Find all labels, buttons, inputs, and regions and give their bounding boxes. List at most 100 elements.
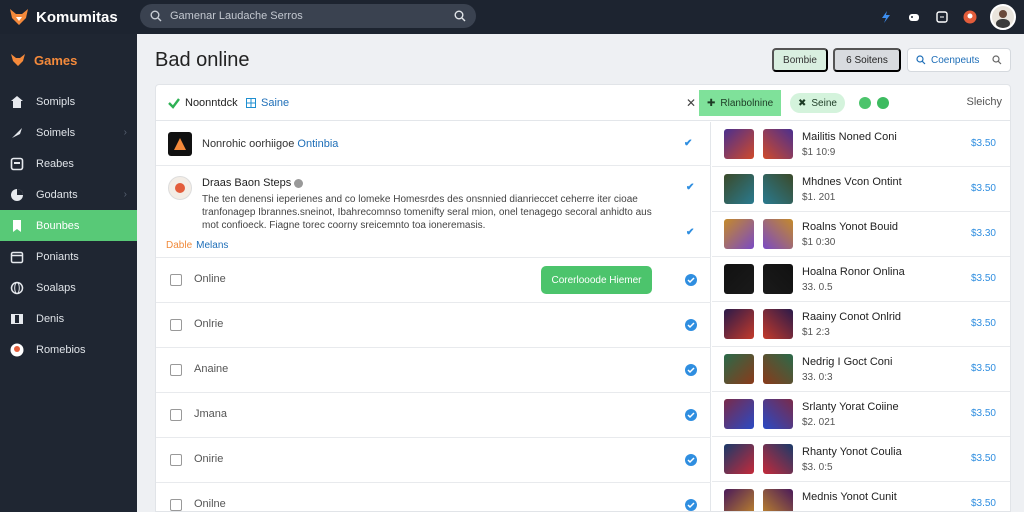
sidebar-header[interactable]: Games [0, 34, 137, 86]
sidebar-item-poniants[interactable]: Poniants [0, 241, 137, 272]
post-avatar[interactable] [168, 176, 192, 200]
game-row[interactable]: Hoalna Ronor Onlina 33. 0.5 $3.50 [712, 257, 1010, 302]
game-thumbnail[interactable] [724, 219, 754, 249]
sidebar-item-godants[interactable]: Godants › [0, 179, 137, 210]
game-thumbnail[interactable] [724, 399, 754, 429]
game-thumbnail[interactable] [724, 354, 754, 384]
list-item[interactable]: Anaine [156, 348, 711, 393]
sidebar-item-reabes[interactable]: Reabes [0, 148, 137, 179]
status-dot-icon[interactable] [877, 97, 889, 109]
game-name[interactable]: Rhanty Yonot Coulia [802, 446, 902, 458]
row-checkbox[interactable] [170, 319, 182, 331]
game-name[interactable]: Mailitis Noned Coni [802, 131, 897, 143]
game-row[interactable]: Srlanty Yorat Coiine $2. 021 $3.50 [712, 392, 1010, 437]
row-checkbox[interactable] [170, 409, 182, 421]
feed-column: Nonrohic oorhiigoe Ontinbia ✔ Draas Baon… [156, 122, 711, 511]
check-circle-icon[interactable] [685, 454, 697, 466]
row-checkbox[interactable] [170, 364, 182, 376]
game-thumbnail[interactable] [763, 399, 793, 429]
game-row[interactable]: Mednis Yonot Cunit $3.50 [712, 482, 1010, 511]
post-tag-melans[interactable]: Melans [196, 240, 228, 251]
search-input[interactable] [162, 10, 454, 22]
user-avatar[interactable] [990, 4, 1016, 30]
game-name[interactable]: Mhdnes Vcon Ontint [802, 176, 902, 188]
game-name[interactable]: Srlanty Yorat Coiine [802, 401, 899, 413]
game-price: $1 0:30 [802, 237, 836, 248]
game-thumbnail[interactable] [724, 129, 754, 159]
check-icon[interactable]: ✔ [686, 227, 694, 238]
game-name[interactable]: Nedrig I Goct Coni [802, 356, 892, 368]
search-submit-icon[interactable] [454, 10, 466, 22]
tab-seine[interactable]: ✖ Seine [790, 93, 845, 113]
game-thumbnail[interactable] [763, 174, 793, 204]
game-name[interactable]: Raainy Conot Onlrid [802, 311, 901, 323]
sidebar-item-bounbes[interactable]: Bounbes [0, 210, 137, 241]
tab-saine-label: Saine [261, 97, 290, 109]
game-thumbnail[interactable] [724, 264, 754, 294]
tab-sleichy[interactable]: Sleichy [967, 96, 1002, 108]
sidebar-item-romebios[interactable]: Romebios [0, 334, 137, 365]
search-bar[interactable] [140, 4, 476, 28]
game-thumbnail[interactable] [763, 489, 793, 511]
game-thumbnail[interactable] [763, 129, 793, 159]
message-icon[interactable] [934, 9, 950, 25]
row-checkbox[interactable] [170, 274, 182, 286]
sidebar-item-denis[interactable]: Denis [0, 303, 137, 334]
game-name[interactable]: Roalns Yonot Bouid [802, 221, 898, 233]
check-circle-icon[interactable] [685, 499, 697, 511]
check-circle-icon[interactable] [685, 274, 697, 286]
profile-badge-icon[interactable] [962, 9, 978, 25]
game-name[interactable]: Hoalna Ronor Onlina [802, 266, 905, 278]
row-checkbox[interactable] [170, 499, 182, 511]
check-circle-icon[interactable] [685, 319, 697, 331]
list-item[interactable]: Online Corerlooode Hiemer [156, 258, 711, 303]
tab-saine[interactable]: Saine [246, 85, 289, 121]
lightning-icon[interactable] [878, 9, 894, 25]
game-row[interactable]: Rhanty Yonot Coulia $3. 0:5 $3.50 [712, 437, 1010, 482]
sidebar-item-somipls[interactable]: Somipls [0, 86, 137, 117]
game-value: $3.50 [970, 138, 996, 149]
game-row[interactable]: Mailitis Noned Coni $1 10:9 $3.50 [712, 122, 1010, 167]
game-row[interactable]: Nedrig I Goct Coni 33. 0:3 $3.50 [712, 347, 1010, 392]
game-name[interactable]: Mednis Yonot Cunit [802, 491, 897, 503]
check-shield-icon [168, 98, 180, 109]
featured-row[interactable]: Nonrohic oorhiigoe Ontinbia ✔ [156, 122, 711, 166]
game-thumbnail[interactable] [763, 444, 793, 474]
game-thumbnail[interactable] [724, 174, 754, 204]
check-circle-icon[interactable] [685, 364, 697, 376]
game-thumbnail[interactable] [724, 444, 754, 474]
list-item[interactable]: Jmana [156, 393, 711, 438]
game-thumbnail[interactable] [724, 489, 754, 511]
check-icon[interactable]: ✔ [684, 138, 692, 149]
close-icon[interactable]: ✕ [686, 96, 696, 110]
game-thumbnail[interactable] [724, 309, 754, 339]
game-row[interactable]: Mhdnes Vcon Ontint $1. 201 $3.50 [712, 167, 1010, 212]
header-button-bombie[interactable]: Bombie [772, 48, 828, 72]
info-icon[interactable] [294, 178, 304, 188]
check-icon[interactable]: ✔ [686, 182, 694, 193]
game-thumbnail[interactable] [763, 309, 793, 339]
sidebar-item-label: Godants [36, 188, 78, 201]
game-thumbnail[interactable] [763, 264, 793, 294]
header-button-soitens[interactable]: 6 Soitens [833, 48, 901, 72]
check-circle-icon[interactable] [685, 409, 697, 421]
game-thumbnail[interactable] [763, 354, 793, 384]
row-checkbox[interactable] [170, 454, 182, 466]
sidebar-item-soimels[interactable]: Soimels › [0, 117, 137, 148]
tab-rlanbolnine[interactable]: ✚ Rlanbolnine [699, 90, 782, 116]
game-row[interactable]: Raainy Conot Onlrid $1 2:3 $3.50 [712, 302, 1010, 347]
featured-link[interactable]: Ontinbia [297, 138, 338, 150]
list-item[interactable]: Onirie [156, 438, 711, 483]
list-item[interactable]: Onilne [156, 483, 711, 511]
status-dot-icon[interactable] [859, 97, 871, 109]
tab-noonntdck[interactable]: Noonntdck [168, 85, 238, 121]
post-tag-dable[interactable]: Dable [166, 240, 192, 251]
sidebar-item-soalaps[interactable]: Soalaps [0, 272, 137, 303]
brand[interactable]: Komumitas [0, 6, 140, 28]
game-row[interactable]: Roalns Yonot Bouid $1 0:30 $3.30 [712, 212, 1010, 257]
primary-action-button[interactable]: Corerlooode Hiemer [541, 266, 652, 294]
game-controller-icon[interactable] [906, 9, 922, 25]
list-item[interactable]: Onlrie [156, 303, 711, 348]
game-thumbnail[interactable] [763, 219, 793, 249]
header-button-coenpeuts[interactable]: Coenpeuts [907, 48, 1011, 72]
